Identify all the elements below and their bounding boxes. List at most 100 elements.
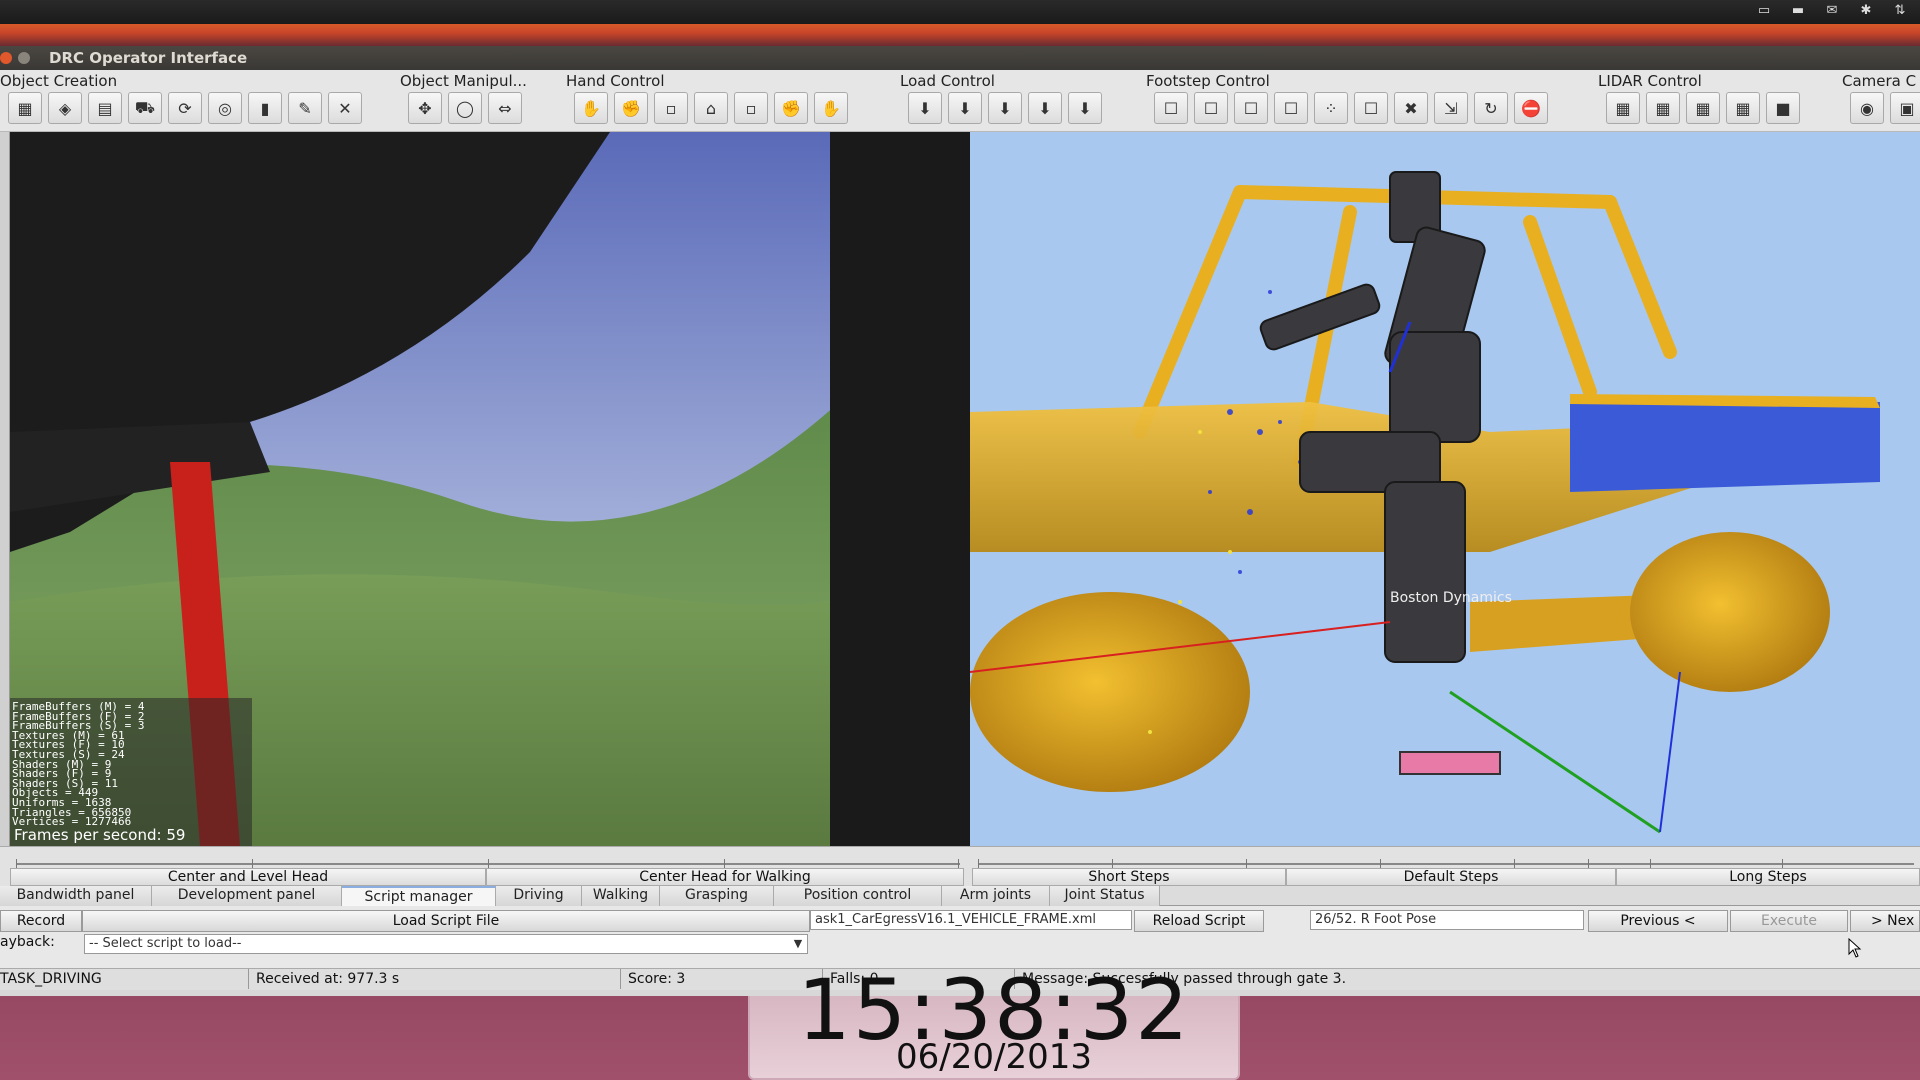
robot-brand-label: Boston Dynamics	[1390, 590, 1512, 606]
lidar-enable-icon[interactable]: ▦	[1606, 92, 1640, 124]
toolbar-group-icons: ☐ ☐ ☐ ☐ ⁘ ☐ ✖ ⇲ ↻ ⛔	[1154, 92, 1548, 124]
rotate-footstep-icon[interactable]: ↻	[1474, 92, 1508, 124]
tab-driving[interactable]: Driving	[496, 886, 582, 906]
hand-place-2-icon[interactable]: ✋	[814, 92, 848, 124]
short-steps-button[interactable]: Short Steps	[972, 868, 1286, 886]
footstep-4-icon[interactable]: ☐	[1274, 92, 1308, 124]
hand-place-icon[interactable]: ✋	[574, 92, 608, 124]
window-title: DRC Operator Interface	[49, 49, 248, 67]
load-script-file-button[interactable]: Load Script File	[82, 910, 810, 932]
lidar-clear-icon[interactable]: ▦	[1726, 92, 1760, 124]
window-titlebar: DRC Operator Interface	[0, 46, 1920, 70]
load-icon[interactable]: ⬇	[908, 92, 942, 124]
script-manager-panel: Record Load Script File ask1_CarEgressV1…	[0, 906, 1920, 968]
hand-close-2-icon[interactable]: ✊	[774, 92, 808, 124]
snap-icon[interactable]: ⇲	[1434, 92, 1468, 124]
minimize-window-icon[interactable]	[18, 52, 30, 64]
slider-button-row: Center and Level Head Center Head for Wa…	[0, 868, 1920, 886]
system-top-bar: ▭ ▬ ✉ ✱ ⇅	[0, 0, 1920, 24]
vehicle-icon[interactable]: ⛟	[128, 92, 162, 124]
toolbar-group-label: Object Manipul...	[400, 72, 527, 90]
blank-icon[interactable]: ▫	[654, 92, 688, 124]
toolbar-group-label: Load Control	[900, 72, 995, 90]
status-divider	[620, 969, 621, 989]
tab-position-control[interactable]: Position control	[774, 886, 942, 906]
default-steps-button[interactable]: Default Steps	[1286, 868, 1616, 886]
lidar-black-icon[interactable]: ■	[1766, 92, 1800, 124]
camera-icon[interactable]: ▣	[1890, 92, 1920, 124]
record-button[interactable]: Record	[0, 910, 82, 932]
desktop-panel-band	[0, 24, 1920, 46]
battery-icon[interactable]: ▬	[1788, 3, 1808, 19]
move-icon[interactable]: ✥	[408, 92, 442, 124]
script-path-field[interactable]: ask1_CarEgressV16.1_VEHICLE_FRAME.xml	[810, 910, 1132, 930]
script-step-field[interactable]: 26/52. R Foot Pose	[1310, 910, 1584, 930]
bluetooth-icon[interactable]: ✱	[1856, 3, 1876, 19]
load-3-icon[interactable]: ⬇	[988, 92, 1022, 124]
footstep-2-icon[interactable]: ☐	[1194, 92, 1228, 124]
drill-icon[interactable]: ✎	[288, 92, 322, 124]
main-toolbar: Object Creation ▦ ◈ ▤ ⛟ ⟳ ◎ ▮ ✎ ✕ Object Manipul..…	[0, 70, 1920, 132]
ring-icon[interactable]: ◎	[208, 92, 242, 124]
tab-walking[interactable]: Walking	[582, 886, 660, 906]
tab-bandwidth-panel[interactable]: Bandwidth panel	[0, 886, 152, 906]
execute-button[interactable]: Execute	[1730, 910, 1848, 932]
footstep-3-icon[interactable]: ☐	[1234, 92, 1268, 124]
previous-step-button[interactable]: Previous <	[1588, 910, 1728, 932]
status-divider	[248, 969, 249, 989]
toolbar-group-label: LIDAR Control	[1598, 72, 1702, 90]
fps-readout: Frames per second: 59	[14, 826, 186, 844]
center-level-head-button[interactable]: Center and Level Head	[10, 868, 486, 886]
toolbar-group-icons: ▦ ▦ ▦ ▦ ■	[1606, 92, 1800, 124]
dots-icon[interactable]: ⁘	[1314, 92, 1348, 124]
task-status: TASK_DRIVING	[0, 971, 102, 987]
reload-script-button[interactable]: Reload Script	[1134, 910, 1264, 932]
cancel-footstep-icon[interactable]: ✖	[1394, 92, 1428, 124]
next-step-button[interactable]: > Nex	[1850, 910, 1920, 932]
load-2-icon[interactable]: ⬇	[948, 92, 982, 124]
valve-icon[interactable]: ✕	[328, 92, 362, 124]
align-icon[interactable]: ⇔	[488, 92, 522, 124]
rotate-icon[interactable]: ◯	[448, 92, 482, 124]
tab-development-panel[interactable]: Development panel	[152, 886, 342, 906]
render-stats-overlay: FrameBuffers (M) = 4 FrameBuffers (F) = 2…	[10, 698, 252, 846]
hand-close-icon[interactable]: ✊	[614, 92, 648, 124]
hand-home-icon[interactable]: ⌂	[694, 92, 728, 124]
cylinder-icon[interactable]: ▮	[248, 92, 282, 124]
close-window-icon[interactable]	[0, 52, 12, 64]
center-head-walking-button[interactable]: Center Head for Walking	[486, 868, 964, 886]
tab-script-manager[interactable]: Script manager	[342, 886, 496, 906]
score-readout: Score: 3	[628, 971, 686, 987]
eye-icon[interactable]: ◉	[1850, 92, 1884, 124]
box-icon[interactable]: ▦	[8, 92, 42, 124]
tab-joint-status[interactable]: Joint Status	[1050, 886, 1160, 906]
network-icon[interactable]: ⇅	[1890, 3, 1910, 19]
load-4-icon[interactable]: ⬇	[1028, 92, 1062, 124]
tab-arm-joints[interactable]: Arm joints	[942, 886, 1050, 906]
scene-3d-view[interactable]: Boston Dynamics	[970, 132, 1920, 846]
operator-window: DRC Operator Interface Object Creation ▦ ◈…	[0, 46, 1920, 996]
toolbar-group-label: Hand Control	[566, 72, 665, 90]
keyboard-icon[interactable]: ▭	[1754, 3, 1774, 19]
panel-tabs: Bandwidth panel Development panel Script m…	[0, 886, 1920, 906]
playback-script-select[interactable]: -- Select script to load-- ▼	[84, 934, 808, 954]
mail-icon[interactable]: ✉	[1822, 3, 1842, 19]
long-steps-button[interactable]: Long Steps	[1616, 868, 1920, 886]
cube-icon[interactable]: ◈	[48, 92, 82, 124]
camera-view[interactable]: FrameBuffers (M) = 4 FrameBuffers (F) = 2…	[10, 132, 970, 846]
toolbar-group-icons: ▦ ◈ ▤ ⛟ ⟳ ◎ ▮ ✎ ✕	[8, 92, 362, 124]
lidar-disable-icon[interactable]: ▦	[1646, 92, 1680, 124]
grid-icon[interactable]: ▤	[88, 92, 122, 124]
step-slider-track[interactable]	[978, 863, 1914, 865]
lidar-start-icon[interactable]: ▦	[1686, 92, 1720, 124]
footstep-icon[interactable]: ☐	[1154, 92, 1188, 124]
system-tray: ▭ ▬ ✉ ✱ ⇅	[1754, 3, 1910, 19]
update-icon[interactable]: ⟳	[168, 92, 202, 124]
stand-icon[interactable]: ⛔	[1514, 92, 1548, 124]
load-5-icon[interactable]: ⬇	[1068, 92, 1102, 124]
blank-icon[interactable]: ▫	[734, 92, 768, 124]
chevron-down-icon[interactable]: ▼	[791, 937, 805, 951]
clock-overlay: 15:38:32 06/20/2013	[748, 968, 1240, 1080]
tab-grasping[interactable]: Grasping	[660, 886, 774, 906]
footstep-5-icon[interactable]: ☐	[1354, 92, 1388, 124]
